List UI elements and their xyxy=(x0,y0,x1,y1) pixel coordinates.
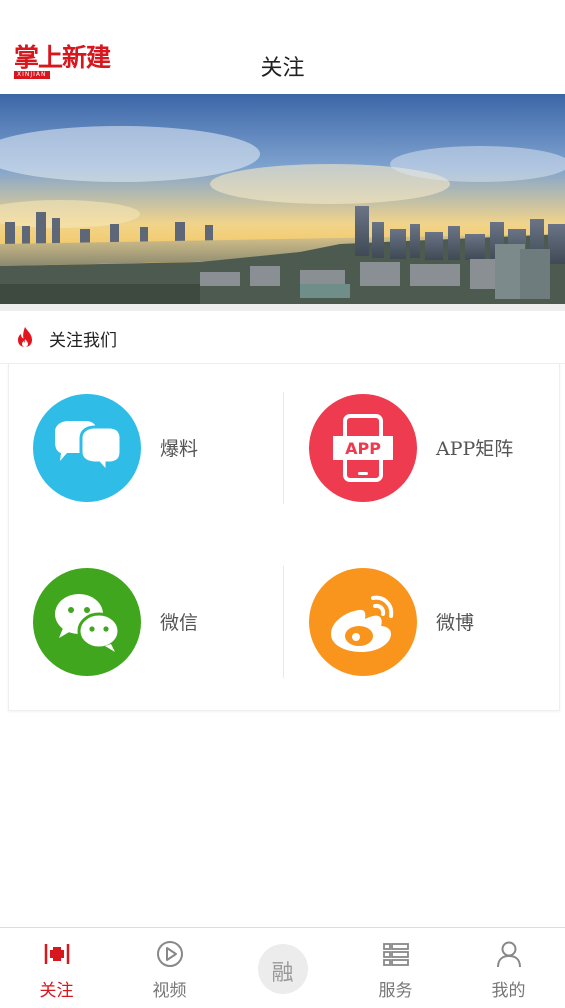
follow-channels-grid: 爆料 APP APP矩阵 微信 微博 xyxy=(8,364,560,711)
follow-icon xyxy=(44,944,69,964)
top-header: 掌上新建 XINJIAN 关注 xyxy=(0,0,565,94)
app-phone-icon: APP xyxy=(309,394,417,502)
tab-video[interactable]: 视频 xyxy=(113,928,226,1008)
tile-app-matrix[interactable]: APP APP矩阵 xyxy=(309,394,549,504)
tile-label: 微博 xyxy=(436,612,475,634)
wechat-icon xyxy=(33,568,141,676)
page-title: 关注 xyxy=(260,56,305,81)
tab-label: 服务 xyxy=(378,981,413,1001)
tile-wechat[interactable]: 微信 xyxy=(33,568,273,678)
city-skyline-illustration xyxy=(0,94,565,304)
tab-label: 我的 xyxy=(491,981,526,1001)
app-icon-text: APP xyxy=(345,439,381,458)
weibo-icon xyxy=(309,568,417,676)
grid-vertical-divider xyxy=(283,392,284,504)
city-banner-image[interactable] xyxy=(0,94,565,304)
play-icon xyxy=(156,941,183,967)
fire-icon xyxy=(18,327,32,347)
tile-label: 微信 xyxy=(160,612,199,634)
tab-follow[interactable]: 关注 xyxy=(0,928,113,1008)
section-title: 关注我们 xyxy=(49,331,117,351)
chat-bubbles-icon xyxy=(33,394,141,502)
tab-label: 视频 xyxy=(152,981,187,1001)
section-divider xyxy=(0,304,565,311)
bottom-tab-bar: 关注 视频 融 服务 我的 xyxy=(0,927,565,1008)
tab-label: 关注 xyxy=(39,981,74,1001)
center-rong-icon: 融 xyxy=(257,944,308,994)
user-icon xyxy=(496,941,521,968)
follow-us-header: 关注我们 xyxy=(0,311,565,364)
tile-weibo[interactable]: 微博 xyxy=(309,568,549,678)
list-icon xyxy=(382,943,409,966)
tab-service[interactable]: 服务 xyxy=(339,928,452,1008)
tile-label: APP矩阵 xyxy=(436,438,514,460)
tile-label: 爆料 xyxy=(160,438,199,460)
tab-label: 融 xyxy=(271,961,294,986)
tile-baoliao[interactable]: 爆料 xyxy=(33,394,273,504)
tab-mine[interactable]: 我的 xyxy=(452,928,565,1008)
grid-vertical-divider xyxy=(283,566,284,678)
tab-rong[interactable]: 融 xyxy=(226,928,339,1008)
